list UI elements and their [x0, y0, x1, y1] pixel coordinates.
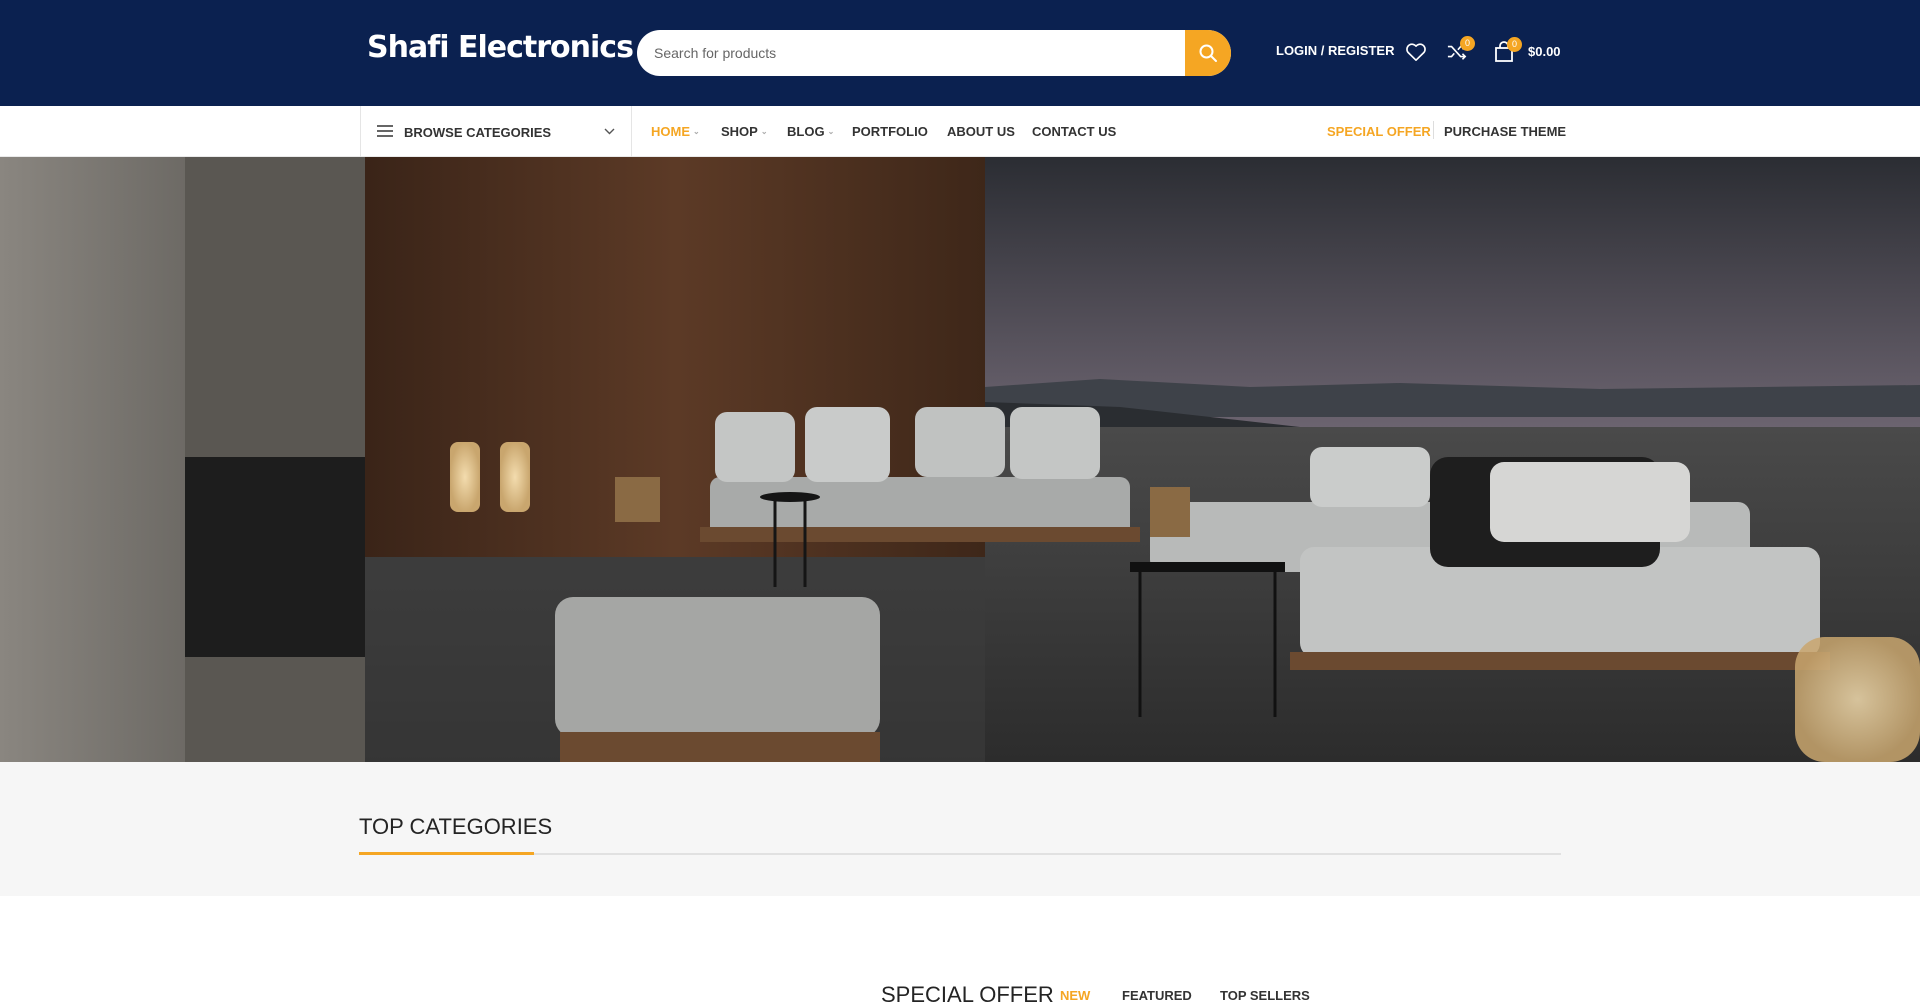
nav-item-home[interactable]: HOME ⌄	[651, 124, 700, 139]
nav-item-label: SHOP	[721, 124, 758, 139]
search-icon	[1199, 44, 1217, 62]
nav-item-blog[interactable]: BLOG ⌄	[787, 124, 834, 139]
browse-categories-button[interactable]: BROWSE CATEGORIES	[360, 106, 632, 157]
top-categories-title: TOP CATEGORIES	[359, 814, 553, 839]
cart-count-badge: 0	[1507, 37, 1522, 52]
browse-categories-label: BROWSE CATEGORIES	[404, 125, 552, 140]
cart-button[interactable]: 0	[1493, 37, 1522, 64]
nav-item-about-us[interactable]: ABOUT US	[947, 124, 1015, 139]
chevron-down-icon	[604, 128, 615, 135]
title-underline	[359, 852, 534, 855]
section-divider	[359, 853, 1561, 855]
site-logo[interactable]: Shafi Electronics	[367, 30, 634, 65]
tab-top-sellers[interactable]: TOP SELLERS	[1220, 988, 1310, 1003]
top-header: Shafi Electronics LOGIN / REGISTER 0 0 $…	[0, 0, 1920, 106]
hamburger-icon	[377, 125, 393, 137]
special-offer-link[interactable]: SPECIAL OFFER	[1327, 124, 1431, 139]
nav-item-contact-us[interactable]: CONTACT US	[1032, 124, 1116, 139]
nav-item-label: HOME	[651, 124, 690, 139]
chevron-down-icon: ⌄	[827, 127, 835, 136]
chevron-down-icon: ⌄	[693, 127, 700, 136]
tab-featured[interactable]: FEATURED	[1122, 988, 1192, 1003]
wishlist-button[interactable]	[1405, 41, 1427, 63]
search-input[interactable]	[637, 30, 1185, 76]
chevron-down-icon: ⌄	[760, 127, 768, 136]
special-offer-heading: SPECIAL OFFER	[881, 982, 1054, 1007]
cart-total[interactable]: $0.00	[1528, 44, 1561, 59]
top-categories-section	[0, 762, 1920, 896]
hero-image	[0, 157, 1920, 762]
login-register-link[interactable]: LOGIN / REGISTER	[1276, 43, 1394, 58]
nav-divider	[1433, 121, 1434, 139]
nav-item-portfolio[interactable]: PORTFOLIO	[852, 124, 928, 139]
search-button[interactable]	[1185, 30, 1231, 76]
hero-banner[interactable]	[0, 157, 1920, 762]
purchase-theme-link[interactable]: PURCHASE THEME	[1444, 124, 1566, 139]
compare-count-badge: 0	[1460, 36, 1475, 51]
nav-item-label: BLOG	[787, 124, 825, 139]
heart-icon	[1406, 43, 1426, 61]
nav-item-shop[interactable]: SHOP ⌄	[721, 124, 768, 139]
compare-button[interactable]: 0	[1446, 36, 1475, 63]
search-bar	[637, 30, 1231, 76]
tab-new[interactable]: NEW	[1060, 988, 1090, 1003]
